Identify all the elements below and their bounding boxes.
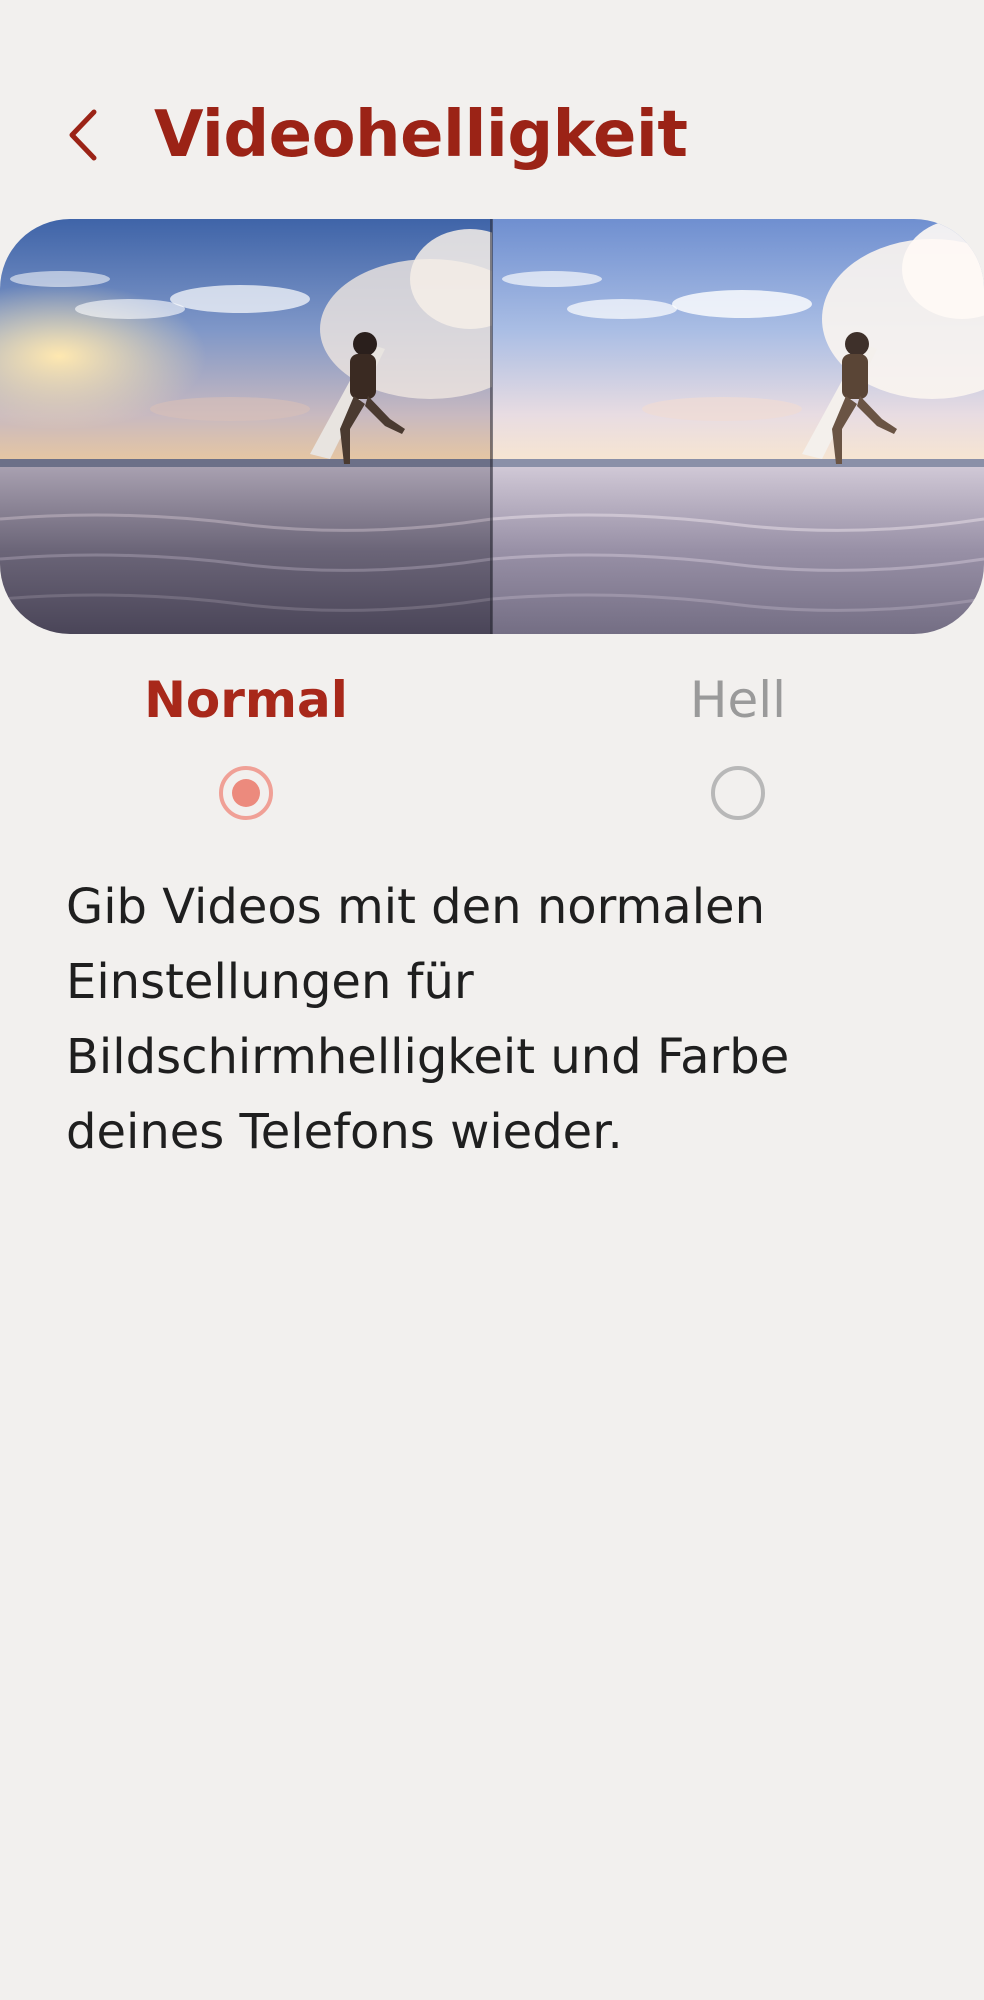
header: Videohelligkeit [0, 80, 984, 190]
back-button[interactable] [50, 100, 120, 170]
option-normal[interactable]: Normal [0, 660, 492, 830]
chevron-left-icon [69, 109, 97, 161]
option-normal-label: Normal [144, 671, 348, 729]
radio-normal[interactable] [219, 766, 273, 820]
radio-selected-dot [232, 779, 260, 807]
page-title: Videohelligkeit [154, 98, 688, 172]
preview-normal [0, 219, 492, 634]
preview-divider [490, 219, 493, 634]
option-bright[interactable]: Hell [492, 660, 984, 830]
brightness-options: Normal Hell [0, 660, 984, 830]
description-text: Gib Videos mit den normalen Einstellunge… [66, 879, 790, 1160]
brightness-preview-image [0, 219, 984, 634]
preview-bright [492, 219, 984, 634]
radio-bright[interactable] [711, 766, 765, 820]
option-bright-label: Hell [689, 671, 787, 729]
